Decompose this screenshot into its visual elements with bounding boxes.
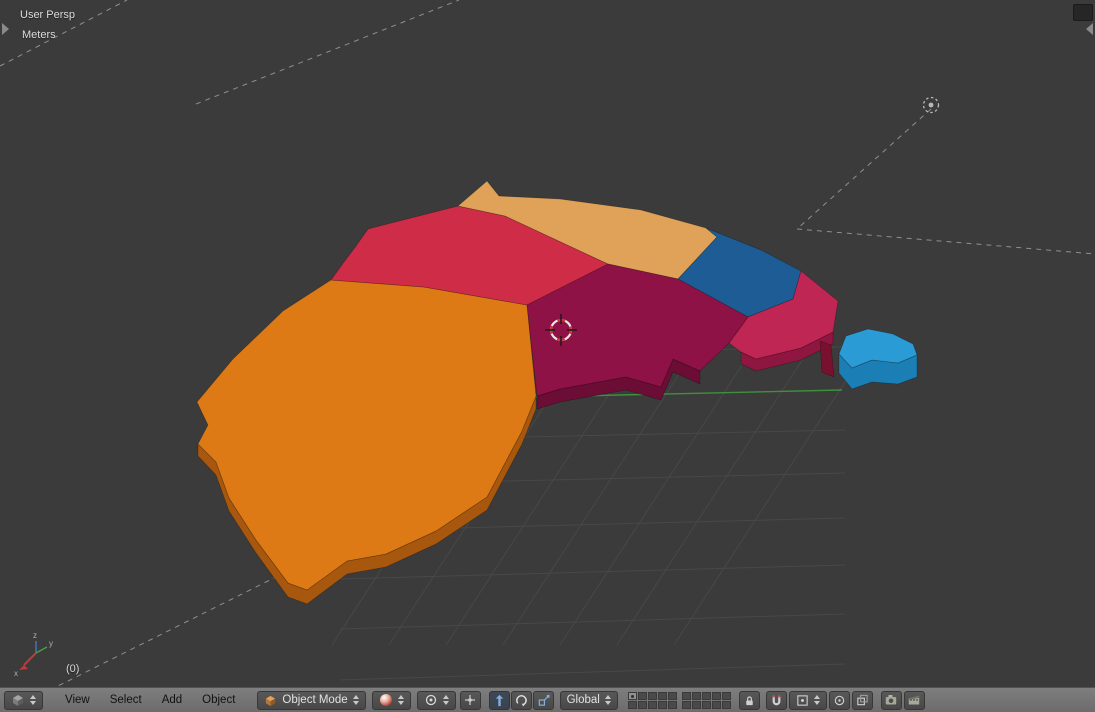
updown-arrows-icon — [352, 695, 359, 705]
menu-add[interactable]: Add — [152, 694, 192, 706]
layer-toggle[interactable] — [681, 700, 691, 709]
scale-icon — [538, 694, 550, 706]
layer-toggle[interactable] — [657, 700, 667, 709]
camera-icon — [886, 695, 897, 705]
layer-toggle[interactable] — [647, 691, 657, 700]
layer-toggle[interactable] — [711, 691, 721, 700]
layer-toggle[interactable] — [657, 691, 667, 700]
layer-toggle[interactable] — [701, 691, 711, 700]
object-mode-icon — [266, 695, 276, 706]
layer-toggle[interactable] — [691, 700, 701, 709]
sliver-dark[interactable] — [819, 340, 835, 378]
layer-toggle[interactable] — [667, 691, 677, 700]
object-info-label: (0) — [66, 663, 80, 675]
snap-element-icon — [797, 694, 808, 706]
render-anim-button[interactable] — [903, 690, 925, 710]
manipulator-scale-toggle[interactable] — [532, 690, 554, 710]
snap-target-icon — [834, 695, 845, 705]
layer-toggle[interactable] — [721, 700, 731, 709]
updown-arrows-icon — [604, 695, 611, 705]
blender-window: x y z User Persp Meters (0) View Select … — [0, 0, 1095, 712]
layer-toggle[interactable] — [627, 700, 637, 709]
country-mesh[interactable] — [196, 180, 918, 605]
layer-toggle[interactable] — [627, 691, 637, 700]
layer-toggle[interactable] — [701, 700, 711, 709]
lamp-object[interactable] — [922, 96, 940, 114]
updown-arrows-icon — [442, 695, 449, 705]
magnet-icon — [772, 694, 781, 705]
orientation-select-value: Global — [566, 694, 600, 706]
toolshelf-expand-icon[interactable] — [2, 23, 9, 35]
layer-toggle[interactable] — [667, 700, 677, 709]
manipulator-rotate-toggle[interactable] — [510, 690, 532, 710]
mode-select-value: Object Mode — [282, 694, 348, 706]
snap-element-select[interactable] — [788, 690, 827, 710]
snap-toggle[interactable] — [765, 690, 787, 710]
properties-expand-icon[interactable] — [1086, 23, 1093, 35]
viewport-3d[interactable]: x y z — [0, 0, 1095, 687]
view-name-label: User Persp — [20, 9, 76, 21]
region-west-orange[interactable] — [196, 279, 537, 591]
pivot-align-icon — [465, 695, 476, 705]
layer-toggle[interactable] — [637, 700, 647, 709]
layer-toggle[interactable] — [681, 691, 691, 700]
layer-group-1 — [627, 691, 677, 709]
menu-select[interactable]: Select — [100, 694, 152, 706]
updown-arrows-icon — [397, 695, 404, 705]
menu-object[interactable]: Object — [192, 694, 245, 706]
manipulator-translate-toggle[interactable] — [488, 690, 510, 710]
layer-toggle[interactable] — [711, 700, 721, 709]
shading-sphere-icon — [379, 694, 392, 706]
mode-select[interactable]: Object Mode — [257, 690, 366, 710]
layer-toggle[interactable] — [637, 691, 647, 700]
updown-arrows-icon — [30, 695, 36, 705]
manipulator-toggles — [488, 690, 554, 710]
editor-type-select[interactable] — [4, 690, 43, 710]
layers-widget — [627, 691, 731, 709]
axis-y-label: y — [49, 639, 53, 648]
snap-peel-button[interactable] — [851, 690, 873, 710]
orientation-select[interactable]: Global — [559, 690, 618, 710]
updown-arrows-icon — [813, 695, 820, 705]
rotate-icon — [515, 694, 527, 707]
render-still-button[interactable] — [880, 690, 902, 710]
film-icon — [909, 695, 921, 705]
lock-icon — [746, 695, 753, 705]
snap-target-button[interactable] — [828, 690, 850, 710]
viewport-shading-select[interactable] — [371, 690, 411, 710]
axis-x-label: x — [14, 669, 18, 678]
axis-z-label: z — [33, 631, 37, 640]
editor-type-icon — [13, 695, 23, 706]
menu-view[interactable]: View — [55, 694, 100, 706]
layer-toggle[interactable] — [721, 691, 731, 700]
translate-icon — [495, 694, 503, 706]
pivot-point-select[interactable] — [416, 690, 456, 710]
pivot-point-icon — [425, 694, 436, 706]
layer-toggle[interactable] — [691, 691, 701, 700]
layer-toggle[interactable] — [647, 700, 657, 709]
units-label: Meters — [22, 29, 56, 41]
pivot-align-toggle[interactable] — [459, 690, 481, 710]
header-menus: View Select Add Object — [55, 694, 245, 706]
viewport-header-bar: View Select Add Object Object Mode Globa… — [0, 687, 1095, 712]
mini-axis-gizmo: x y z — [14, 631, 53, 678]
region-corner-widget[interactable] — [1073, 4, 1093, 21]
snap-peel-icon — [857, 694, 868, 705]
scene-lock-toggle[interactable] — [738, 690, 760, 710]
layer-group-2 — [681, 691, 731, 709]
